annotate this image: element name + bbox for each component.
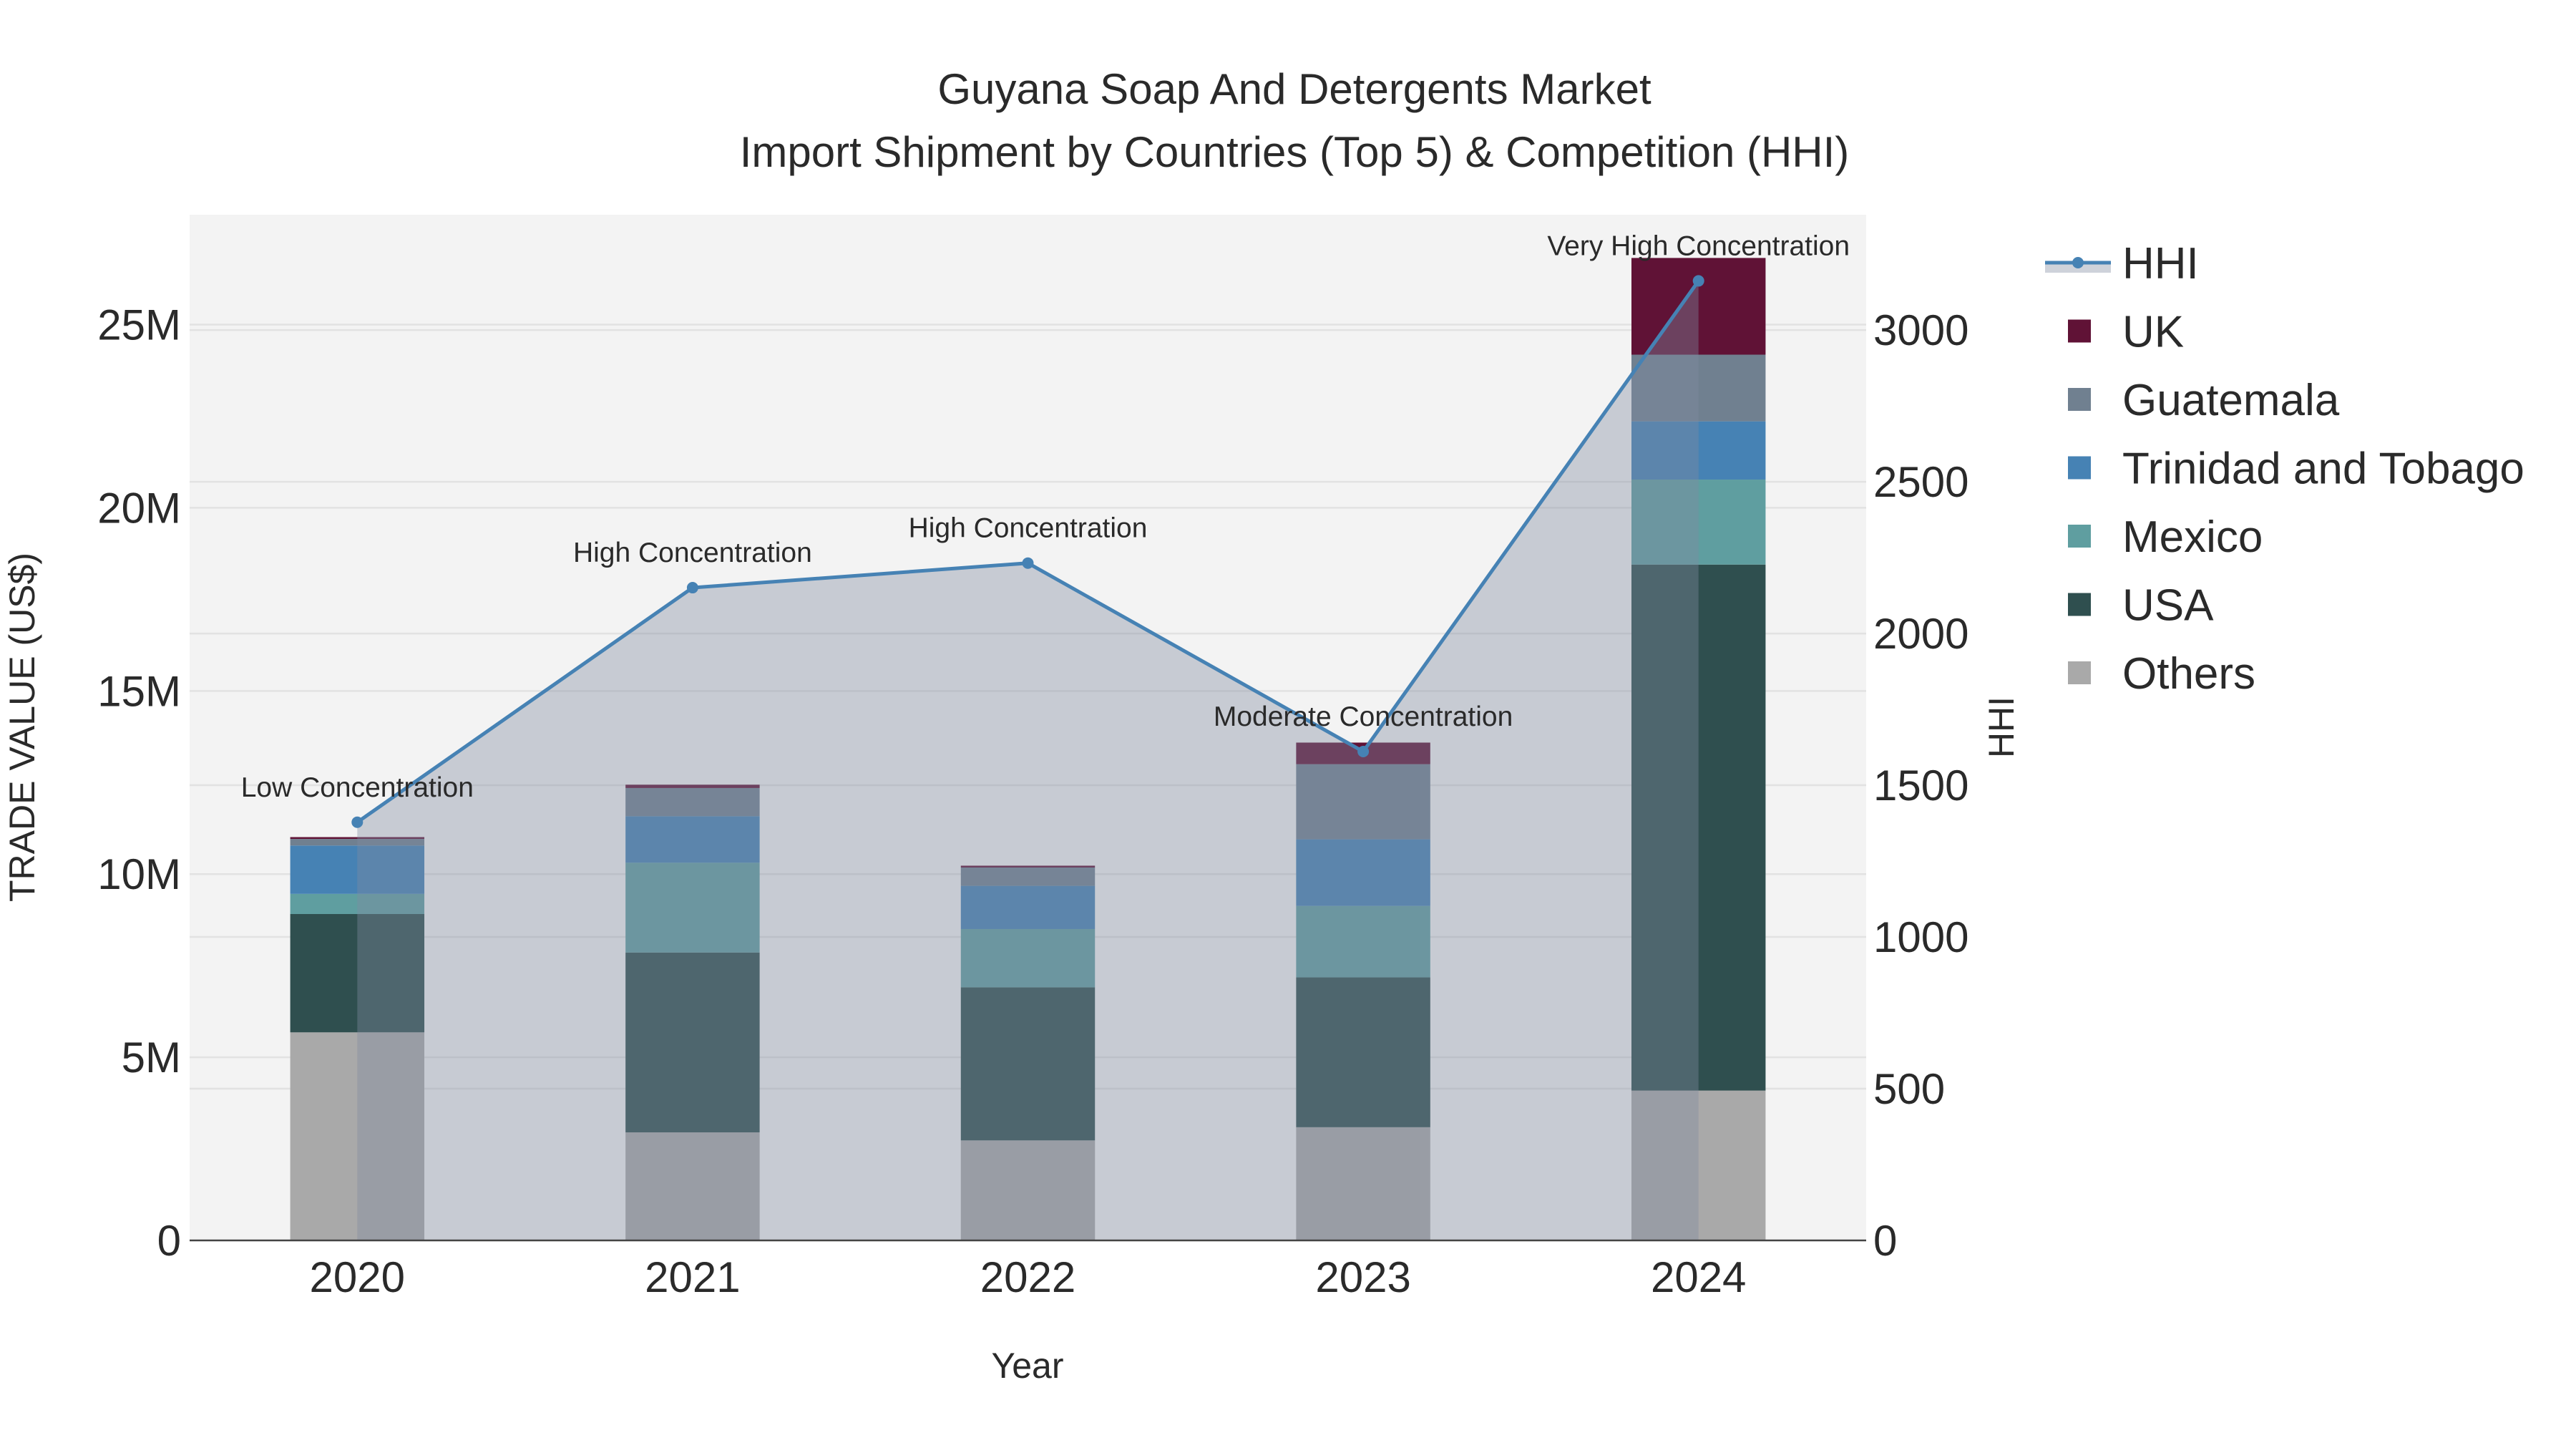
legend-label[interactable]: HHI bbox=[2122, 239, 2199, 288]
x-tick-label: 2021 bbox=[645, 1253, 740, 1301]
y2-tick-label: 0 bbox=[1873, 1217, 1897, 1265]
hhi-point[interactable] bbox=[1692, 275, 1704, 287]
hhi-annotation: High Concentration bbox=[909, 513, 1148, 544]
y-tick-label: 20M bbox=[97, 484, 181, 532]
legend-swatch bbox=[2068, 456, 2091, 480]
y-tick-label: 15M bbox=[97, 667, 181, 715]
hhi-point[interactable] bbox=[1022, 557, 1034, 569]
legend-swatch bbox=[2068, 388, 2091, 411]
chart: Low Concentration High Concentration High … bbox=[2, 65, 2524, 1386]
y2-tick-label: 3000 bbox=[1873, 306, 1968, 354]
x-axis-title: Year bbox=[991, 1346, 1063, 1386]
x-tick-label: 2022 bbox=[980, 1253, 1075, 1301]
y2-tick-label: 500 bbox=[1873, 1065, 1945, 1113]
y2-axis-title: HHI bbox=[1981, 696, 2021, 758]
y2-tick-label: 1000 bbox=[1873, 913, 1968, 961]
hhi-annotation: Low Concentration bbox=[241, 772, 474, 803]
y2-tick-label: 2000 bbox=[1873, 610, 1968, 658]
legend: HHI UK Guatemala Trinidad and Tobago Mexico U… bbox=[2045, 239, 2524, 699]
y2-tick-label: 2500 bbox=[1873, 458, 1968, 506]
hhi-point[interactable] bbox=[686, 582, 698, 594]
legend-swatch bbox=[2068, 525, 2091, 548]
chart-subtitle: Import Shipment by Countries (Top 5) & C… bbox=[740, 128, 1850, 176]
legend-swatch bbox=[2068, 661, 2091, 684]
legend-label[interactable]: Guatemala bbox=[2122, 376, 2340, 425]
legend-label[interactable]: Others bbox=[2122, 649, 2255, 699]
hhi-point[interactable] bbox=[1357, 745, 1370, 757]
legend-hhi-swatch-marker bbox=[2072, 257, 2084, 268]
hhi-annotation: Very High Concentration bbox=[1547, 230, 1850, 261]
x-tick-label: 2024 bbox=[1651, 1253, 1746, 1301]
legend-label[interactable]: USA bbox=[2122, 581, 2214, 631]
legend-label[interactable]: Trinidad and Tobago bbox=[2122, 444, 2524, 494]
y-axis-title: TRADE VALUE (US$) bbox=[2, 553, 42, 902]
legend-swatch bbox=[2068, 593, 2091, 616]
y-tick-label: 10M bbox=[97, 850, 181, 898]
hhi-annotation: Moderate Concentration bbox=[1214, 701, 1513, 732]
x-tick-label: 2023 bbox=[1315, 1253, 1410, 1301]
y2-tick-label: 1500 bbox=[1873, 762, 1968, 810]
hhi-point[interactable] bbox=[351, 816, 364, 828]
y-tick-label: 0 bbox=[157, 1217, 181, 1265]
hhi-annotation: High Concentration bbox=[573, 538, 812, 568]
legend-swatch bbox=[2068, 319, 2091, 343]
y-tick-label: 25M bbox=[97, 301, 181, 349]
x-tick-label: 2020 bbox=[310, 1253, 405, 1301]
legend-label[interactable]: UK bbox=[2122, 308, 2184, 357]
chart-title: Guyana Soap And Detergents Market bbox=[937, 65, 1652, 113]
legend-label[interactable]: Mexico bbox=[2122, 512, 2263, 562]
y-tick-label: 5M bbox=[122, 1034, 181, 1082]
